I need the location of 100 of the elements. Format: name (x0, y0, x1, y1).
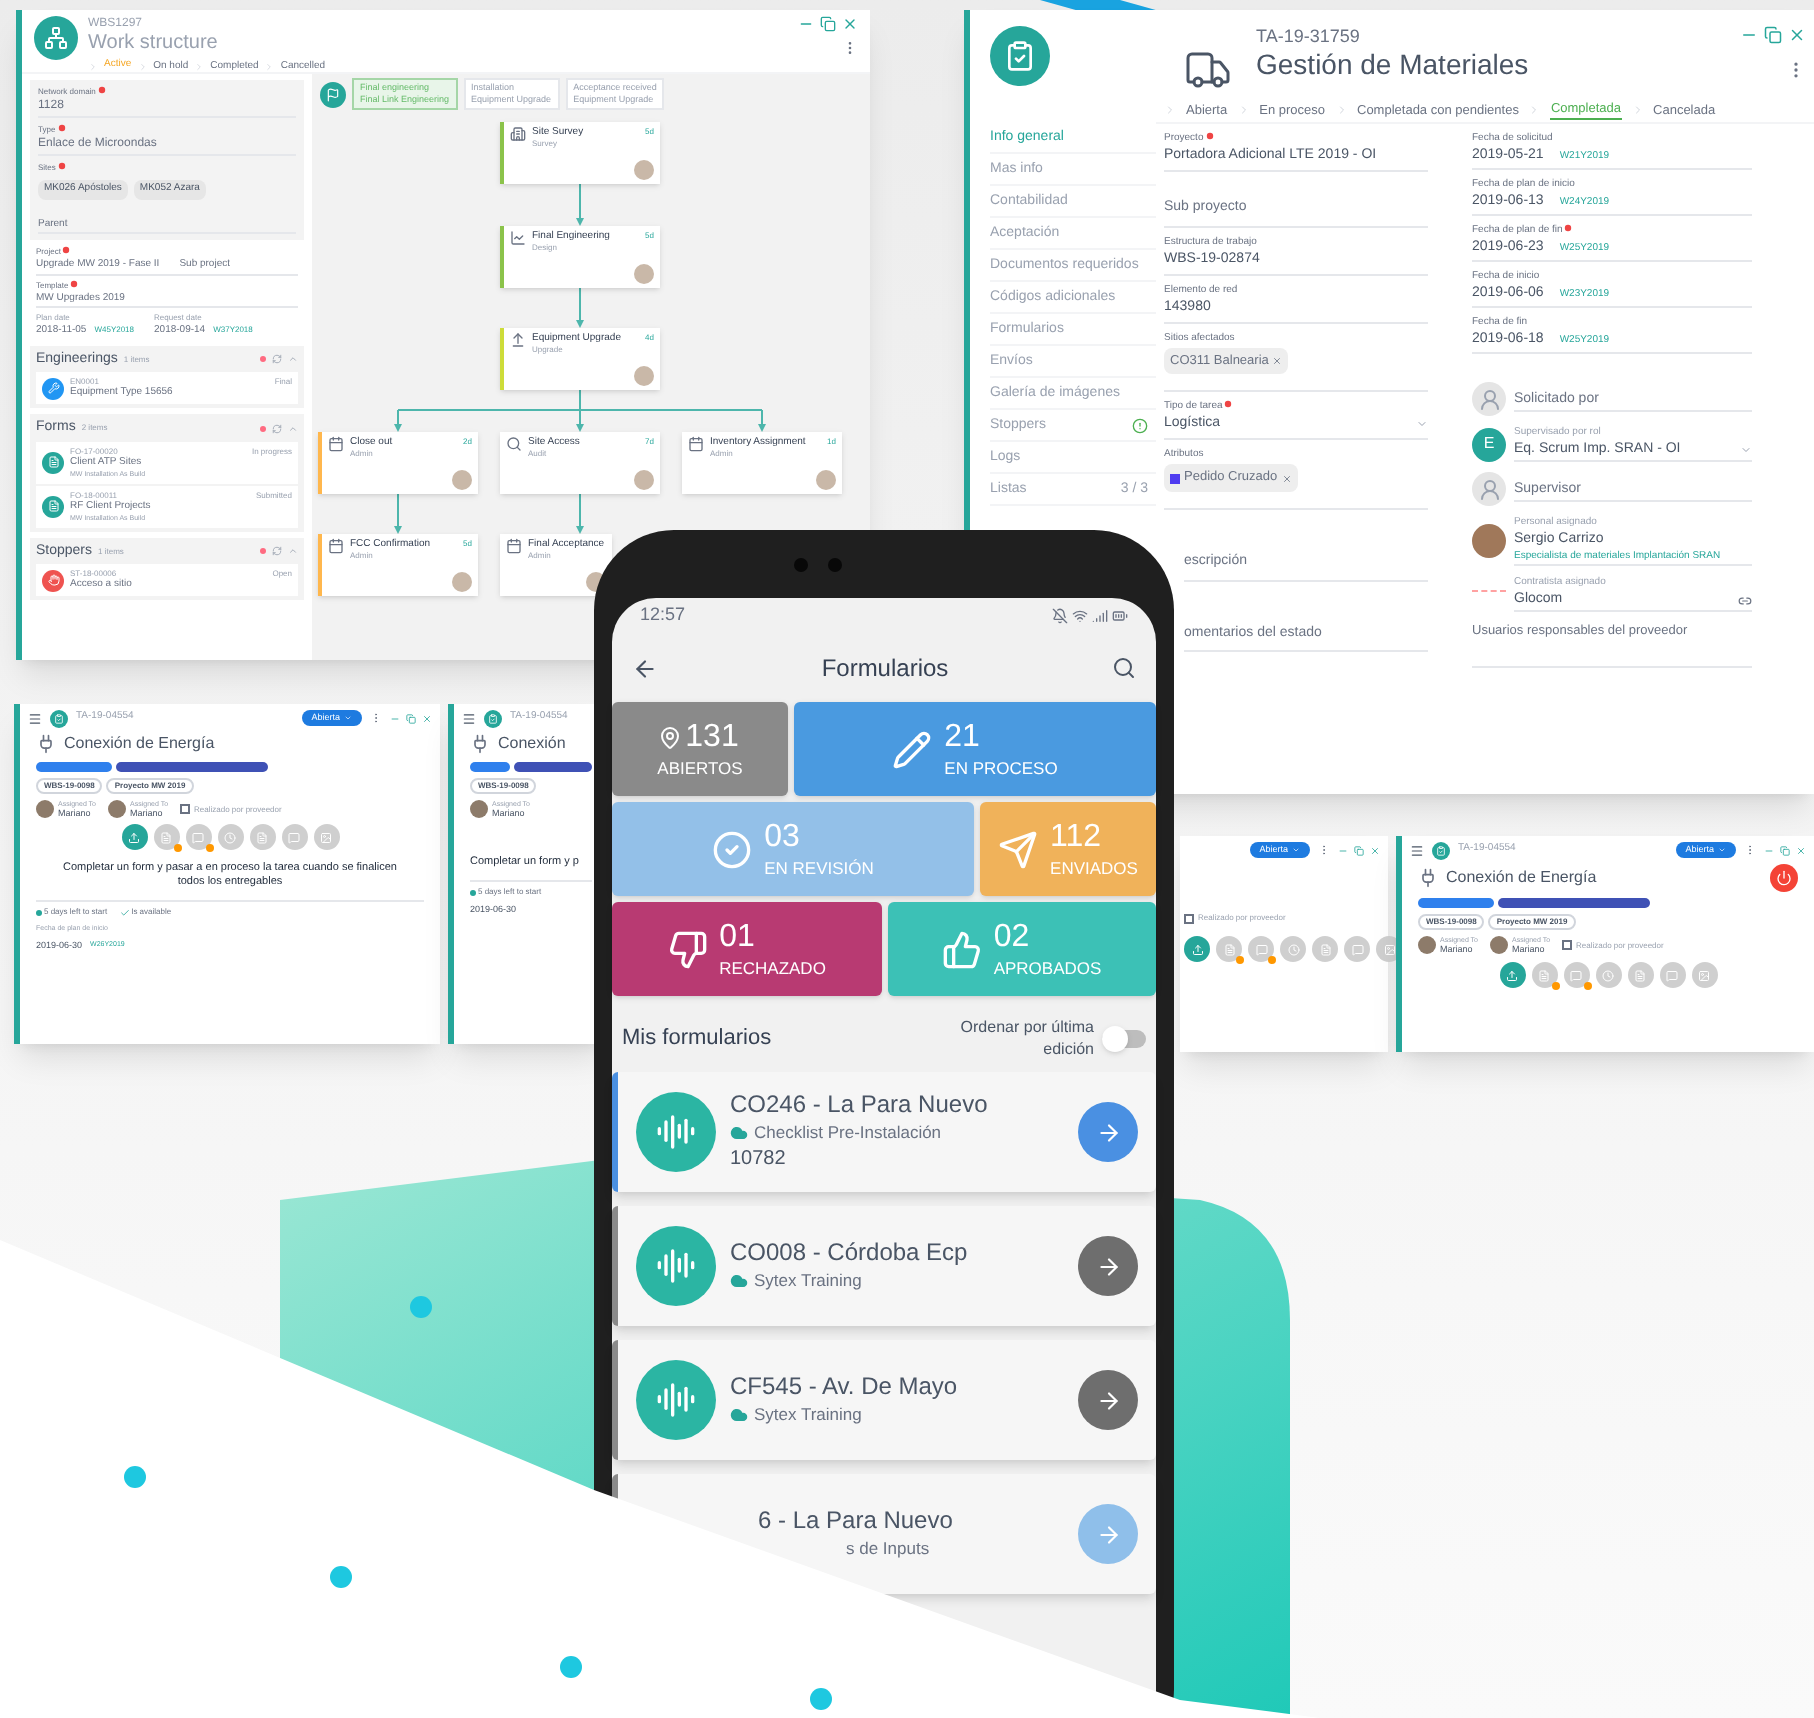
avatar-icon (108, 800, 127, 818)
window-title: Gestión de Materiales (1256, 48, 1531, 82)
avatar-icon (1418, 936, 1436, 954)
arrow-right-icon (1095, 1253, 1121, 1279)
action-icon (1538, 969, 1550, 981)
collapse-icon[interactable] (288, 423, 298, 434)
form-title: CO246 - La Para Nuevo (730, 1089, 990, 1120)
plug-icon (470, 734, 490, 754)
task-type-icon (688, 436, 704, 452)
clock: 12:57 (640, 602, 688, 629)
user-placeholder-icon (1472, 472, 1506, 506)
open-form-button[interactable] (1078, 1370, 1138, 1430)
chevron-icon (1528, 104, 1541, 116)
waveform-avatar-icon (636, 1226, 716, 1306)
sort-toggle[interactable] (1102, 1029, 1146, 1047)
arrow-right-icon (1095, 1119, 1121, 1145)
flag-icon[interactable] (320, 81, 346, 107)
refresh-icon[interactable] (272, 354, 282, 365)
open-form-button[interactable] (1078, 1236, 1138, 1296)
checkbox[interactable] (1184, 913, 1194, 923)
action-button[interactable] (1595, 962, 1621, 988)
action-button[interactable] (121, 824, 147, 850)
collapse-icon[interactable] (288, 546, 298, 557)
action-button[interactable] (1344, 936, 1370, 962)
check-icon (119, 907, 130, 917)
form-title: CF545 - Av. De Mayo (730, 1372, 960, 1403)
action-button[interactable] (1691, 962, 1717, 988)
action-button[interactable] (1659, 962, 1685, 988)
dropdown-icon (1740, 444, 1752, 456)
refresh-icon[interactable] (272, 546, 282, 557)
action-button[interactable] (1499, 962, 1525, 988)
avatar-icon (1472, 524, 1506, 558)
checkbox[interactable] (1562, 940, 1573, 950)
restore-icon[interactable] (1780, 845, 1790, 855)
action-icon (1666, 969, 1678, 981)
action-button[interactable] (1184, 936, 1210, 962)
minimize-icon[interactable] (1338, 845, 1348, 855)
required-icon (57, 162, 66, 170)
required-icon (70, 279, 79, 287)
action-button[interactable] (281, 824, 307, 850)
restore-icon[interactable] (406, 713, 416, 723)
power-button[interactable] (1770, 864, 1798, 892)
task-title: Conexión (498, 732, 566, 756)
restore-icon[interactable] (1764, 26, 1782, 44)
tile-icon (941, 929, 982, 969)
refresh-icon[interactable] (272, 423, 282, 434)
link-icon[interactable] (1738, 593, 1752, 607)
action-icon (320, 831, 332, 843)
task-type-icon (506, 436, 522, 452)
action-button[interactable] (249, 824, 275, 850)
menu-icon[interactable] (28, 711, 42, 725)
task-type-icon (510, 126, 526, 142)
stat-tile[interactable]: 21 EN PROCESO (794, 702, 1156, 796)
form-subtitle: Sytex Training (754, 1268, 862, 1294)
action-icon (1287, 943, 1299, 955)
task-logo-icon (1432, 841, 1450, 859)
action-button[interactable] (1627, 962, 1653, 988)
back-icon[interactable] (632, 655, 658, 681)
form-card[interactable]: CO246 - La Para Nuevo Checklist Pre-Instalación 10782 (612, 1072, 1156, 1192)
form-card[interactable]: CF545 - Av. De Mayo Sytex Training (612, 1340, 1156, 1460)
search-icon[interactable] (1112, 656, 1136, 680)
action-icon (1255, 943, 1267, 955)
action-button[interactable] (313, 824, 339, 850)
collapse-icon[interactable] (288, 354, 298, 365)
restore-icon[interactable] (1354, 845, 1364, 855)
action-button[interactable] (1531, 962, 1557, 988)
task-logo-icon (50, 709, 68, 727)
minimize-icon[interactable] (1764, 845, 1774, 855)
action-button[interactable] (1563, 962, 1589, 988)
close-icon[interactable] (1788, 26, 1806, 44)
action-button[interactable] (217, 824, 243, 850)
plug-icon (36, 734, 56, 754)
action-button[interactable] (153, 824, 179, 850)
action-button[interactable] (1312, 936, 1338, 962)
menu-icon[interactable] (1410, 843, 1424, 857)
stat-tile[interactable]: 131 ABIERTOS (612, 702, 788, 796)
stat-tile[interactable]: 01 RECHAZADO (612, 902, 881, 996)
task-type-icon (510, 332, 526, 348)
restore-icon[interactable] (820, 16, 836, 32)
action-button[interactable] (1216, 936, 1242, 962)
form-subtitle: s de Inputs (846, 1536, 930, 1562)
open-form-button[interactable] (1078, 1102, 1138, 1162)
power-icon (1776, 870, 1792, 886)
list-title: Mis formularios (622, 1023, 774, 1054)
action-button[interactable] (185, 824, 211, 850)
chevron-icon (1631, 104, 1644, 116)
avatar-icon (470, 800, 488, 818)
tag (36, 762, 112, 772)
action-icon (192, 831, 204, 843)
checkbox[interactable] (180, 804, 191, 814)
chevron-icon (264, 61, 275, 71)
action-icon (224, 831, 236, 843)
minimize-icon[interactable] (390, 713, 400, 723)
action-button[interactable] (1280, 936, 1306, 962)
form-card[interactable]: CO008 - Córdoba Ecp Sytex Training (612, 1206, 1156, 1326)
action-button[interactable] (1248, 936, 1274, 962)
close-icon[interactable] (842, 16, 858, 32)
task-type-icon (328, 538, 344, 554)
menu-icon[interactable] (462, 711, 476, 725)
user-placeholder-icon (1472, 382, 1506, 416)
